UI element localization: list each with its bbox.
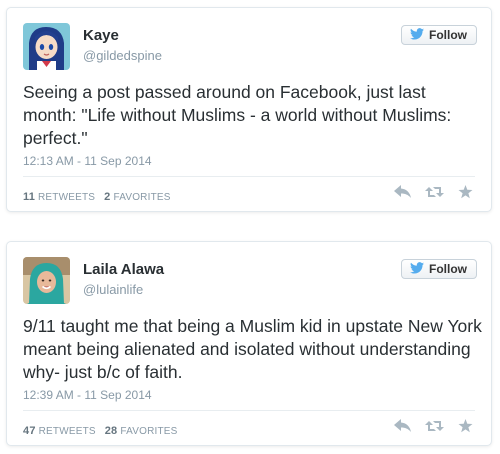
user-name[interactable]: Kaye [83,27,119,44]
retweets-count[interactable]: 11 [23,191,35,203]
favorite-star-icon[interactable] [458,185,473,204]
retweets-count[interactable]: 47 [23,425,36,437]
tweet-text: Seeing a post passed around on Facebook,… [23,82,452,148]
tweet-text: 9/11 taught me that being a Muslim kid i… [23,316,482,382]
reply-icon[interactable] [394,185,411,204]
divider [23,176,475,177]
favorites-label[interactable]: FAVORITES [113,192,170,203]
twitter-bird-icon [410,261,424,277]
divider [23,410,475,411]
tweet-actions [394,185,473,204]
tweet-card: Laila Alawa @lulainlife Follow 9/11 taug… [6,241,492,446]
tweet-card: Kaye @gildedspine Follow Seeing a post p… [6,7,492,212]
avatar[interactable] [23,257,70,304]
favorites-label[interactable]: FAVORITES [120,426,177,437]
reply-icon[interactable] [394,419,411,438]
retweets-label[interactable]: RETWEETS [39,426,96,437]
user-handle[interactable]: @lulainlife [83,282,143,297]
retweets-label[interactable]: RETWEETS [38,192,95,203]
avatar[interactable] [23,23,70,70]
favorites-count[interactable]: 2 [104,191,110,203]
follow-button[interactable]: Follow [401,259,477,279]
tweet-timestamp[interactable]: 12:13 AM - 11 Sep 2014 [23,154,152,168]
user-handle[interactable]: @gildedspine [83,48,162,63]
tweet-stats: 11 RETWEETS 2 FAVORITES [23,191,171,203]
follow-button[interactable]: Follow [401,25,477,45]
favorite-star-icon[interactable] [458,419,473,438]
follow-button-label: Follow [429,262,467,276]
tweet-timestamp[interactable]: 12:39 AM - 11 Sep 2014 [23,388,152,402]
favorites-count[interactable]: 28 [105,425,118,437]
retweet-icon[interactable] [425,185,444,204]
retweet-icon[interactable] [425,419,444,438]
tweet-actions [394,419,473,438]
user-name[interactable]: Laila Alawa [83,261,164,278]
tweet-stats: 47 RETWEETS 28 FAVORITES [23,425,178,437]
follow-button-label: Follow [429,28,467,42]
twitter-bird-icon [410,27,424,43]
